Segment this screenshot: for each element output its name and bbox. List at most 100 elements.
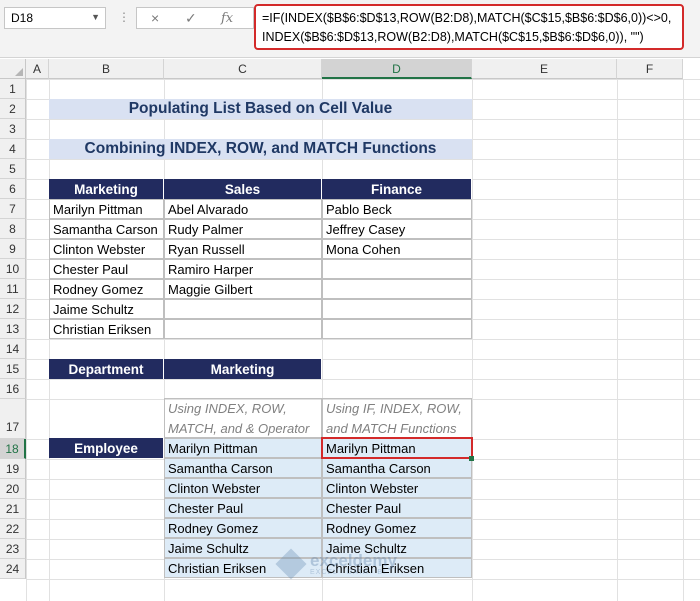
finance-cell[interactable] <box>322 279 472 299</box>
result2-cell[interactable]: Clinton Webster <box>322 478 472 498</box>
row-header-4[interactable]: 4 <box>0 139 26 159</box>
column-header-a[interactable]: A <box>26 59 49 79</box>
select-all-corner[interactable] <box>0 59 26 79</box>
marketing-cell[interactable]: Christian Eriksen <box>49 319 164 339</box>
finance-cell[interactable]: Mona Cohen <box>322 239 472 259</box>
grid-hline <box>26 339 700 340</box>
method1-header: Using INDEX, ROW, MATCH, and & Operator <box>164 398 322 438</box>
sheet-title: Populating List Based on Cell Value <box>49 99 472 119</box>
employee-label: Employee <box>49 438 164 458</box>
finance-cell[interactable]: Pablo Beck <box>322 199 472 219</box>
watermark: exceldemy EXCEL · DATA · BI <box>275 548 397 580</box>
row-header-8[interactable]: 8 <box>0 219 26 239</box>
grid-vline <box>26 79 27 601</box>
department-value[interactable]: Marketing <box>164 359 322 379</box>
chevron-down-icon[interactable]: ▼ <box>91 12 100 22</box>
row-header-14[interactable]: 14 <box>0 339 26 359</box>
method2-header: Using IF, INDEX, ROW, and MATCH Function… <box>322 398 472 438</box>
formula-bar-area: D18 ▼ ⋮ × ✓ fx =IF(INDEX($B$6:$D$13,ROW(… <box>0 0 700 58</box>
row-header-16[interactable]: 16 <box>0 379 26 399</box>
marketing-cell[interactable]: Jaime Schultz <box>49 299 164 319</box>
grip-dots-icon: ⋮ <box>118 10 130 24</box>
header-marketing: Marketing <box>49 179 164 199</box>
marketing-cell[interactable]: Marilyn Pittman <box>49 199 164 219</box>
cancel-icon[interactable]: × <box>151 10 159 26</box>
finance-cell[interactable] <box>322 299 472 319</box>
grid-hline <box>26 579 700 580</box>
marketing-cell[interactable]: Samantha Carson <box>49 219 164 239</box>
result1-cell[interactable]: Rodney Gomez <box>164 518 322 538</box>
row-header-10[interactable]: 10 <box>0 259 26 279</box>
formula-line-1: =IF(INDEX($B$6:$D$13,ROW(B2:D8),MATCH($C… <box>262 11 672 25</box>
method1-line1: Using INDEX, ROW, <box>168 401 287 416</box>
sales-cell[interactable] <box>164 319 322 339</box>
result2-cell[interactable]: Rodney Gomez <box>322 518 472 538</box>
grid-hline <box>26 79 700 80</box>
column-header-b[interactable]: B <box>49 59 164 79</box>
formula-line-2: INDEX($B$6:$D$13,ROW(B2:D8),MATCH($C$15,… <box>262 30 644 44</box>
result1-cell[interactable]: Marilyn Pittman <box>164 438 322 458</box>
row-header-21[interactable]: 21 <box>0 499 26 519</box>
fill-handle[interactable] <box>469 456 474 461</box>
name-box[interactable]: D18 ▼ <box>4 7 106 29</box>
row-header-6[interactable]: 6 <box>0 179 26 199</box>
name-box-value: D18 <box>11 11 34 25</box>
row-header-22[interactable]: 22 <box>0 519 26 539</box>
sales-cell[interactable]: Ramiro Harper <box>164 259 322 279</box>
row-header-15[interactable]: 15 <box>0 359 26 379</box>
header-sales: Sales <box>164 179 322 199</box>
sales-cell[interactable]: Ryan Russell <box>164 239 322 259</box>
row-header-9[interactable]: 9 <box>0 239 26 259</box>
row-header-23[interactable]: 23 <box>0 539 26 559</box>
marketing-cell[interactable]: Chester Paul <box>49 259 164 279</box>
grid-hline <box>26 159 700 160</box>
row-header-11[interactable]: 11 <box>0 279 26 299</box>
column-header-f[interactable]: F <box>617 59 683 79</box>
row-header-3[interactable]: 3 <box>0 119 26 139</box>
formula-buttons: × ✓ fx <box>136 7 254 29</box>
watermark-name: exceldemy <box>310 551 397 570</box>
grid-vline <box>683 79 684 601</box>
row-header-5[interactable]: 5 <box>0 159 26 179</box>
row-header-2[interactable]: 2 <box>0 99 26 119</box>
marketing-cell[interactable]: Rodney Gomez <box>49 279 164 299</box>
row-header-7[interactable]: 7 <box>0 199 26 219</box>
row-header-13[interactable]: 13 <box>0 319 26 339</box>
column-header-c[interactable]: C <box>164 59 322 79</box>
result1-cell[interactable]: Samantha Carson <box>164 458 322 478</box>
department-label: Department <box>49 359 164 379</box>
column-header-e[interactable]: E <box>472 59 617 79</box>
row-header-1[interactable]: 1 <box>0 79 26 99</box>
result2-cell[interactable]: Chester Paul <box>322 498 472 518</box>
insert-function-button[interactable]: fx <box>221 11 233 26</box>
sales-cell[interactable]: Rudy Palmer <box>164 219 322 239</box>
finance-cell[interactable] <box>322 319 472 339</box>
sales-cell[interactable] <box>164 299 322 319</box>
finance-cell[interactable]: Jeffrey Casey <box>322 219 472 239</box>
row-header-24[interactable]: 24 <box>0 559 26 579</box>
result1-cell[interactable]: Chester Paul <box>164 498 322 518</box>
row-header-12[interactable]: 12 <box>0 299 26 319</box>
grid-vline <box>472 79 473 601</box>
header-finance: Finance <box>322 179 472 199</box>
finance-cell[interactable] <box>322 259 472 279</box>
row-header-18[interactable]: 18 <box>0 439 26 459</box>
active-cell-d18[interactable] <box>321 437 473 459</box>
row-header-17[interactable]: 17 <box>0 399 26 439</box>
sales-cell[interactable]: Maggie Gilbert <box>164 279 322 299</box>
exceldemy-logo-icon <box>275 548 307 580</box>
marketing-cell[interactable]: Clinton Webster <box>49 239 164 259</box>
grid-hline <box>26 379 700 380</box>
result2-cell[interactable]: Samantha Carson <box>322 458 472 478</box>
watermark-tagline: EXCEL · DATA · BI <box>310 569 386 576</box>
formula-input[interactable]: =IF(INDEX($B$6:$D$13,ROW(B2:D8),MATCH($C… <box>254 4 684 50</box>
check-icon[interactable]: ✓ <box>185 10 197 27</box>
result1-cell[interactable]: Clinton Webster <box>164 478 322 498</box>
sales-cell[interactable]: Abel Alvarado <box>164 199 322 219</box>
column-header-d[interactable]: D <box>322 59 472 79</box>
grid-hline <box>26 119 700 120</box>
row-header-20[interactable]: 20 <box>0 479 26 499</box>
row-header-19[interactable]: 19 <box>0 459 26 479</box>
sheet-subtitle: Combining INDEX, ROW, and MATCH Function… <box>49 139 472 159</box>
method1-line2: MATCH, and & Operator <box>168 421 310 436</box>
